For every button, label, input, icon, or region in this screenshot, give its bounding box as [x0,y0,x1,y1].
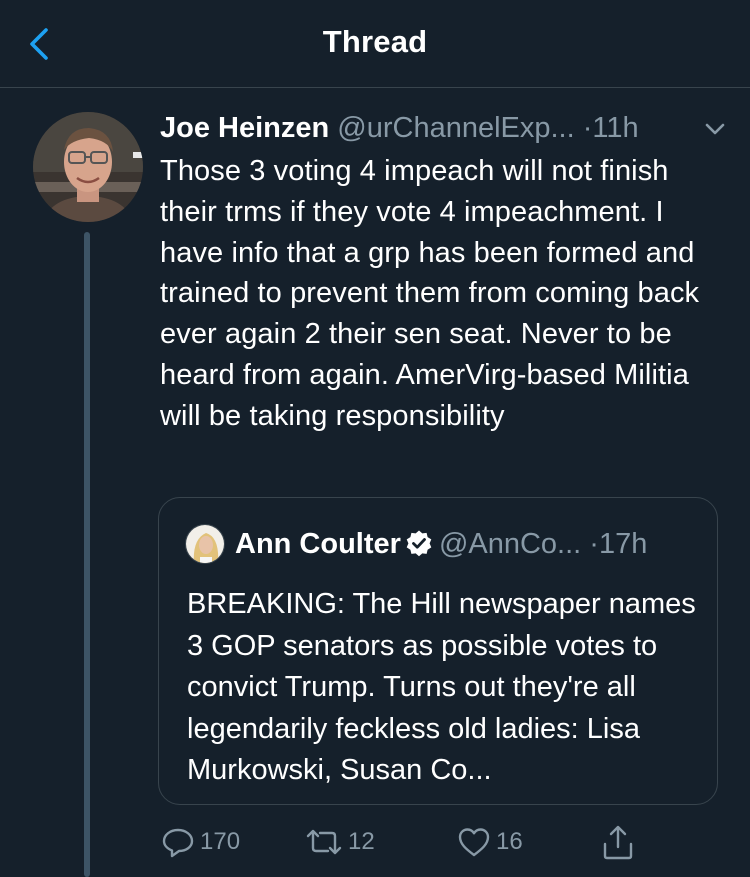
author-name[interactable]: Joe Heinzen [160,112,329,144]
quoted-avatar [185,524,225,564]
avatar[interactable] [33,112,143,222]
quoted-separator-dot: · [589,528,599,560]
heart-icon [458,828,490,857]
quoted-author-name[interactable]: Ann Coulter [235,528,401,560]
quoted-tweet-text: BREAKING: The Hill newspaper names 3 GOP… [187,588,696,786]
tweet-text: Those 3 voting 4 impeach will not finish… [160,155,700,432]
share-button[interactable] [600,820,640,864]
quoted-author-handle[interactable]: @AnnCo... [439,528,581,560]
separator-dot: · [582,112,593,144]
tweet-actions-bar: 170 12 16 [160,820,660,864]
author-handle[interactable]: @urChannelExp... [337,112,574,144]
tweet-header: Joe Heinzen @urChannelExp... ·11h [160,112,730,148]
profile-photo [33,112,143,222]
quoted-tweet[interactable]: Ann Coulter @AnnCo... ·17h BREAKING: The… [158,497,718,805]
top-bar: Thread [0,0,750,88]
retweet-count: 12 [348,828,375,855]
retweet-button[interactable]: 12 [304,820,375,864]
retweet-icon [306,829,342,855]
tweet-menu-button[interactable] [700,114,730,144]
quoted-tweet-header: Ann Coulter @AnnCo... ·17h [235,526,647,562]
tweet-timestamp[interactable]: 11h [592,112,638,144]
like-button[interactable]: 16 [456,820,523,864]
reply-button[interactable]: 170 [160,820,240,864]
quoted-timestamp: 17h [598,528,648,560]
share-icon [603,825,633,860]
chevron-down-icon [705,123,725,135]
reply-count: 170 [200,828,241,855]
page-title: Thread [322,24,428,59]
thread-connector-line [84,232,90,877]
verified-badge-icon [406,530,432,557]
reply-icon [162,828,194,858]
quoted-profile-photo [186,525,224,563]
like-count: 16 [496,828,523,855]
